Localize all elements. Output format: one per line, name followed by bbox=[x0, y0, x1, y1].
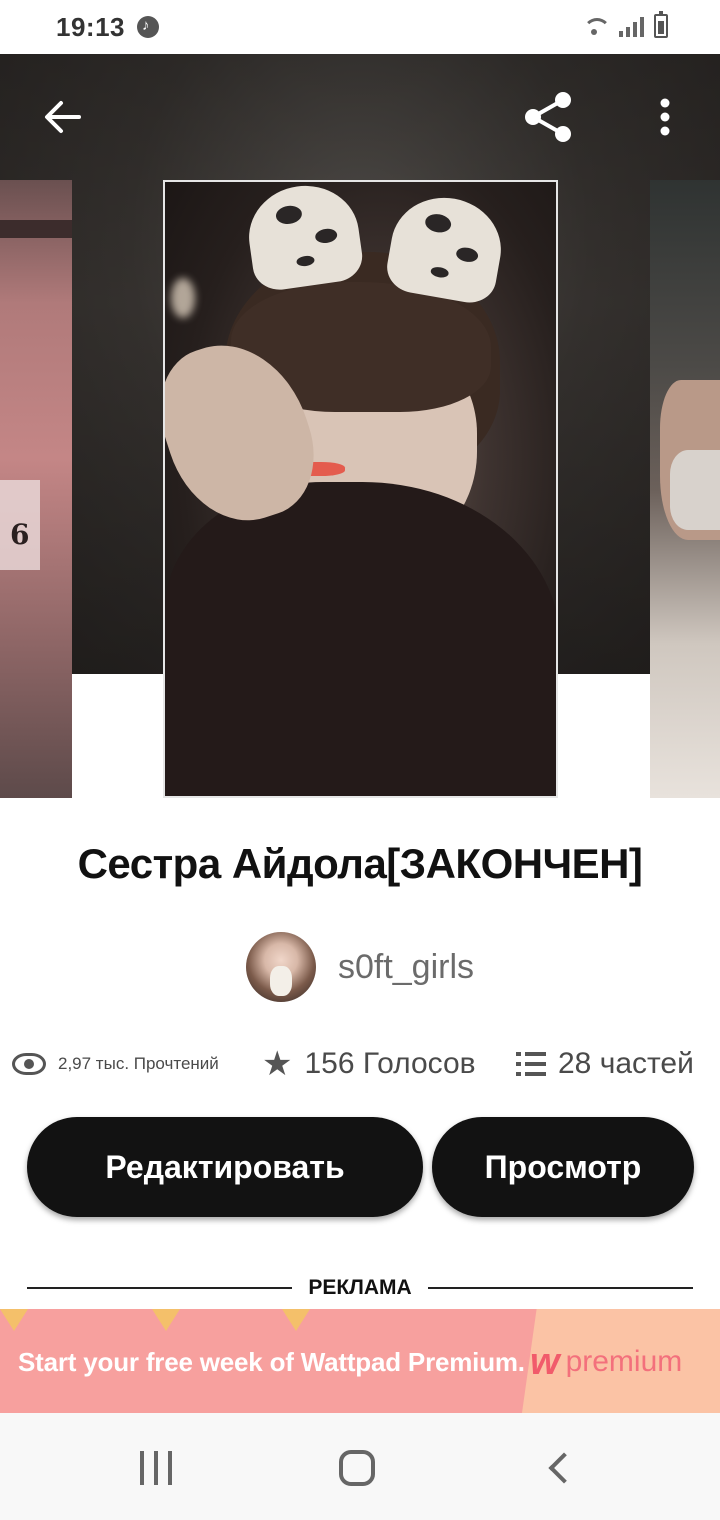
author-avatar[interactable] bbox=[245, 932, 316, 1002]
book-title: Сестра Айдола[ЗАКОНЧЕН] bbox=[77, 840, 643, 887]
chevron-left-icon bbox=[548, 1452, 580, 1484]
preview-button[interactable]: Просмотр bbox=[432, 1117, 694, 1217]
reads-stat: 2,97 тыс. Прочтений bbox=[12, 1036, 219, 1092]
votes-count: 156 Голосов bbox=[304, 1047, 476, 1080]
book-cover[interactable] bbox=[163, 180, 558, 798]
home-icon bbox=[339, 1450, 375, 1486]
signal-icon bbox=[619, 15, 644, 37]
author-row[interactable]: s0ft_girls bbox=[0, 932, 720, 1002]
music-icon bbox=[137, 16, 159, 38]
recent-apps-icon bbox=[140, 1451, 172, 1485]
home-button[interactable] bbox=[327, 1443, 387, 1493]
previous-cover[interactable]: 6 bbox=[0, 180, 72, 798]
system-nav-bar bbox=[0, 1413, 720, 1520]
eye-icon bbox=[12, 1053, 46, 1075]
share-icon bbox=[525, 92, 571, 142]
back-button[interactable] bbox=[28, 82, 98, 152]
author-name[interactable]: s0ft_girls bbox=[338, 948, 474, 987]
ad-banner[interactable]: Start your free week of Wattpad Premium.… bbox=[0, 1309, 720, 1413]
status-bar: 19:13 bbox=[0, 0, 720, 54]
wifi-icon bbox=[581, 14, 611, 38]
more-vertical-icon bbox=[660, 98, 670, 136]
divider-right bbox=[427, 1287, 694, 1289]
parts-count: 28 частей bbox=[558, 1047, 694, 1080]
share-button[interactable] bbox=[512, 82, 582, 152]
battery-icon bbox=[654, 11, 668, 38]
next-cover[interactable] bbox=[650, 180, 720, 798]
recent-apps-button[interactable] bbox=[126, 1443, 186, 1493]
list-icon bbox=[516, 1052, 546, 1076]
story-stats: 2,97 тыс. Прочтений ★ 156 Голосов 28 час… bbox=[0, 1036, 720, 1092]
wattpad-w-logo: w bbox=[530, 1341, 560, 1383]
ad-label: РЕКЛАМА bbox=[308, 1276, 412, 1299]
reads-count: 2,97 тыс. Прочтений bbox=[58, 1054, 219, 1073]
system-back-button[interactable] bbox=[530, 1443, 590, 1493]
ad-text: Start your free week of Wattpad Premium. bbox=[18, 1347, 525, 1377]
more-options-button[interactable] bbox=[630, 82, 700, 152]
divider-left bbox=[27, 1287, 293, 1289]
wattpad-premium-logo: w premium bbox=[530, 1343, 682, 1381]
status-icons bbox=[581, 11, 668, 38]
premium-logo-text: premium bbox=[565, 1345, 683, 1378]
edit-button[interactable]: Редактировать bbox=[27, 1117, 423, 1217]
votes-stat: ★ 156 Голосов bbox=[262, 1036, 476, 1092]
status-time: 19:13 bbox=[56, 11, 125, 42]
parts-stat[interactable]: 28 частей bbox=[516, 1036, 694, 1092]
arrow-left-icon bbox=[45, 101, 81, 133]
ad-label-row: РЕКЛАМА bbox=[27, 1270, 694, 1306]
star-icon: ★ bbox=[262, 1045, 293, 1083]
